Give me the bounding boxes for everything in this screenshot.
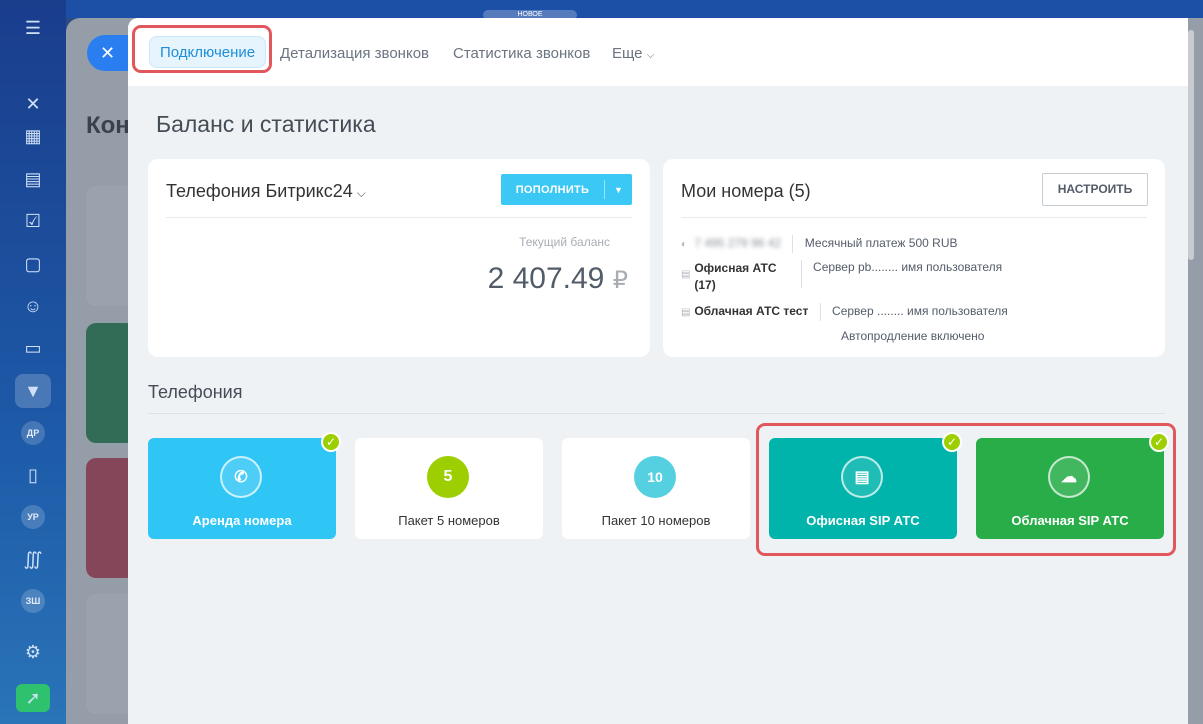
currency-symbol: ₽	[612, 267, 628, 294]
funnel-icon[interactable]: ▼	[15, 374, 51, 408]
number-row[interactable]: ◐ 7 495 279 96 42 Месячный платеж 500 RU…	[681, 235, 958, 253]
divider	[166, 217, 632, 218]
tab-more[interactable]: Еще ⌵	[612, 45, 654, 62]
avatar-dr-text: ДР	[21, 421, 45, 445]
server-icon: ▤	[681, 269, 691, 281]
tasks-icon[interactable]: ☑	[17, 205, 49, 237]
tile-number-rent[interactable]: ✆ Аренда номера ✓	[148, 432, 341, 539]
phone-icon: ◐	[681, 239, 688, 251]
number-name: Облачная АТС тест	[694, 304, 809, 319]
my-numbers-title: Мои номера (5)	[681, 181, 811, 201]
number-info: Сервер pb........ имя пользователя	[813, 260, 1003, 274]
chevron-down-icon: ⌵	[646, 50, 655, 61]
tab-call-stats[interactable]: Статистика звонков	[453, 45, 590, 62]
number-info: Сервер ........ имя пользователя	[832, 304, 1008, 319]
divider	[819, 303, 821, 321]
number-row[interactable]: ▤ Облачная АТС тест Сервер ........ имя …	[681, 303, 1008, 321]
divider	[792, 235, 794, 253]
highlight-frame	[756, 423, 1176, 556]
balance-label: Текущий баланс	[519, 235, 610, 249]
avatar-dr[interactable]: ДР	[17, 417, 49, 449]
balance-value: 2 407.49 ₽	[488, 262, 628, 296]
highlight-frame	[132, 25, 272, 73]
topup-button[interactable]: ПОПОЛНИТЬ ▼	[501, 174, 632, 205]
telephony-selector[interactable]: Телефония Битрикс24 ⌵	[166, 181, 366, 202]
number-row[interactable]: ▤ Офисная АТС (17) Сервер pb........ имя…	[681, 260, 1002, 294]
divider	[681, 217, 1147, 218]
avatar-zsh-text: ЗШ	[21, 589, 45, 613]
scrollbar[interactable]	[1188, 30, 1194, 260]
caret-down-icon[interactable]: ▼	[605, 185, 632, 195]
number-name: Офисная АТС (17)	[694, 261, 777, 292]
balance-card: Телефония Битрикс24 ⌵ ПОПОЛНИТЬ ▼ Текущий…	[148, 159, 650, 357]
phone-rent-icon: ✆	[220, 456, 262, 498]
divider	[800, 260, 802, 288]
divider	[148, 413, 1165, 414]
my-numbers-card: Мои номера (5) НАСТРОИТЬ ◐ 7 495 279 96 …	[663, 159, 1165, 357]
telephony-title: Телефония Битрикс24	[166, 181, 353, 201]
tabs-bar: Подключение Детализация звонков Статисти…	[128, 18, 1188, 86]
avatar-ur[interactable]: УР	[17, 501, 49, 533]
configure-button[interactable]: НАСТРОИТЬ	[1042, 173, 1148, 206]
auto-renew-status: Автопродление включено	[841, 329, 985, 343]
contacts-icon[interactable]: ☺	[17, 290, 49, 322]
tile-label: Пакет 10 номеров	[601, 513, 711, 528]
number-name: 7 495 279 96 42	[694, 236, 782, 251]
check-icon: ✓	[321, 432, 341, 452]
card-icon[interactable]: ▭	[17, 332, 49, 364]
package-10-icon: 10	[634, 456, 676, 498]
tile-label: Аренда номера	[192, 513, 292, 528]
document-icon[interactable]: ▤	[17, 163, 49, 195]
logo-icon[interactable]: ∭	[17, 543, 49, 575]
left-sidebar: ☰ ✕ ▦ ▤ ☑ ▢ ☺ ▭ ▼ ДР ▯ УР ∭ ЗШ ⚙ ➚	[0, 0, 66, 724]
menu-icon[interactable]: ☰	[17, 12, 49, 44]
tile-package-10[interactable]: 10 Пакет 10 номеров	[562, 438, 750, 539]
balance-amount: 2 407.49	[487, 262, 605, 295]
chevron-down-icon: ⌵	[356, 186, 366, 200]
file-icon[interactable]: ▯	[17, 459, 49, 491]
tile-package-5[interactable]: 5 Пакет 5 номеров	[355, 438, 543, 539]
chat-icon[interactable]: ▢	[17, 248, 49, 280]
close-icon: ✕	[100, 42, 116, 63]
rocket-icon[interactable]: ➚	[16, 684, 50, 712]
avatar-ur-text: УР	[21, 505, 45, 529]
close-slider-button[interactable]: ✕	[87, 35, 131, 71]
tab-call-details[interactable]: Детализация звонков	[280, 45, 429, 62]
tab-more-label: Еще	[612, 45, 643, 62]
gear-icon[interactable]: ⚙	[17, 636, 49, 668]
topup-label: ПОПОЛНИТЬ	[515, 183, 590, 196]
package-5-icon: 5	[427, 456, 469, 498]
number-info: Месячный платеж 500 RUB	[804, 236, 958, 251]
avatar-zsh[interactable]: ЗШ	[17, 585, 49, 617]
close-icon[interactable]: ✕	[17, 88, 49, 120]
background-page-title: Кон	[86, 112, 130, 139]
tile-label: Пакет 5 номеров	[398, 513, 500, 528]
server-icon: ▤	[681, 307, 691, 319]
page-title: Баланс и статистика	[156, 111, 376, 137]
slider-panel: Подключение Детализация звонков Статисти…	[128, 18, 1188, 724]
section-title: Телефония	[148, 382, 243, 402]
calendar-icon[interactable]: ▦	[17, 120, 49, 152]
